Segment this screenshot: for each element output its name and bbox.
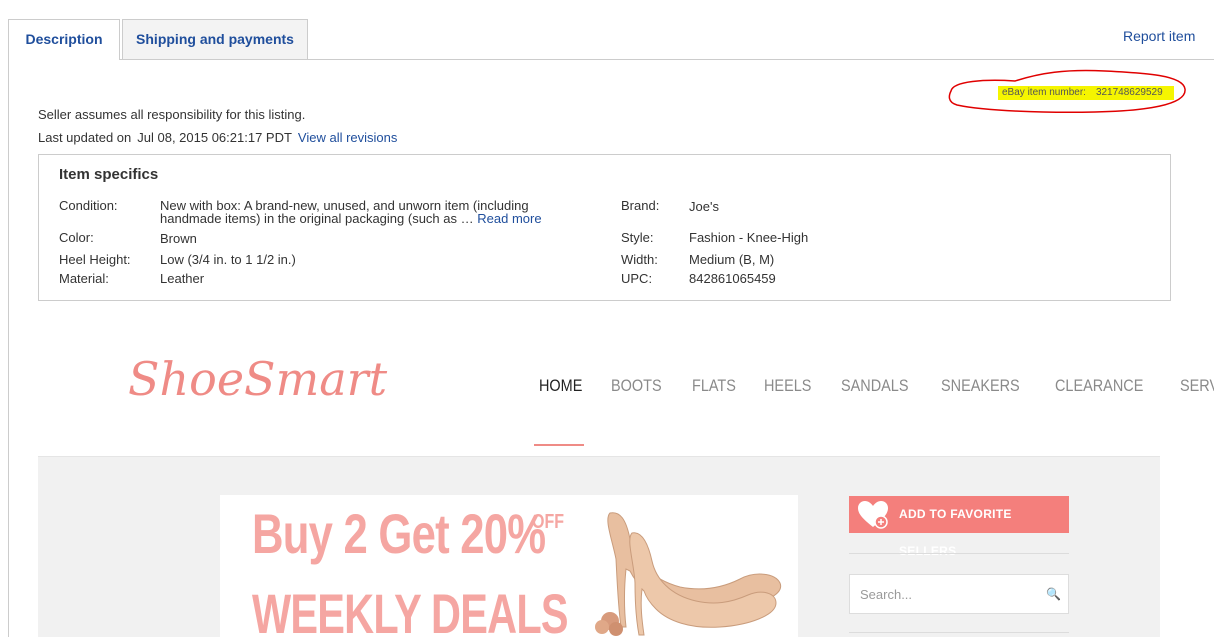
last-updated-date: Jul 08, 2015 06:21:17 PDT [137, 130, 292, 145]
read-more-link[interactable]: Read more [477, 211, 541, 226]
upc-label: UPC: [621, 271, 653, 286]
condition-label: Condition: [59, 198, 118, 213]
color-label: Color: [59, 230, 94, 245]
tab-description[interactable]: Description [8, 19, 120, 60]
banner-weekly-deals: WEEKLY DEALS [252, 582, 569, 637]
nav-boots[interactable]: BOOTS [611, 376, 662, 396]
item-number-value: 321748629529 [1095, 87, 1163, 98]
nav-service[interactable]: SERVICE [1180, 376, 1214, 396]
seller-responsibility-note: Seller assumes all responsibility for th… [38, 107, 306, 122]
shoesmart-logo[interactable]: ShoeSmart [128, 352, 387, 406]
view-all-revisions-link[interactable]: View all revisions [298, 130, 397, 145]
style-label: Style: [621, 230, 654, 245]
color-value: Brown [160, 231, 197, 246]
brand-value: Joe's [689, 199, 719, 214]
nav-sandals[interactable]: SANDALS [841, 376, 908, 396]
brand-label: Brand: [621, 198, 660, 213]
upc-value: 842861065459 [689, 271, 776, 286]
item-specifics-title: Item specifics [59, 166, 159, 183]
last-updated: Last updated on Jul 08, 2015 06:21:17 PDT… [38, 130, 397, 145]
nav-flats[interactable]: FLATS [692, 376, 736, 396]
heel-height-value: Low (3/4 in. to 1 1/2 in.) [160, 252, 296, 267]
report-item-link[interactable]: Report item [1123, 28, 1195, 44]
nav-home[interactable]: HOME [539, 376, 582, 396]
store-search-box[interactable]: 🔍 [849, 574, 1069, 614]
banner-off-text: OFF [532, 511, 564, 533]
store-nav: HOME BOOTS FLATS HEELS SANDALS SNEAKERS … [539, 376, 1214, 396]
banner-headline: Buy 2 Get 20% [252, 502, 546, 565]
weekly-deals-banner[interactable]: Buy 2 Get 20% OFF WEEKLY DEALS [220, 495, 798, 637]
sidebar-divider [849, 553, 1069, 554]
tab-shipping-and-payments[interactable]: Shipping and payments [122, 19, 308, 59]
nav-clearance[interactable]: CLEARANCE [1055, 376, 1143, 396]
store-search-input[interactable] [850, 575, 1035, 613]
nav-active-underline [534, 444, 584, 446]
sidebar-divider-bottom [849, 632, 1069, 633]
item-number-label: eBay item number: [1002, 87, 1086, 98]
material-label: Material: [59, 271, 109, 286]
condition-line2: handmade items) in the original packagin… [160, 212, 542, 225]
style-value: Fashion - Knee-High [689, 230, 809, 245]
heel-height-label: Heel Height: [59, 252, 131, 267]
heart-plus-icon [858, 501, 888, 529]
width-value: Medium (B, M) [689, 252, 775, 267]
nav-sneakers[interactable]: SNEAKERS [941, 376, 1020, 396]
nav-heels[interactable]: HEELS [764, 376, 811, 396]
last-updated-label: Last updated on [38, 130, 132, 145]
material-value: Leather [160, 271, 205, 286]
search-icon[interactable]: 🔍 [1046, 587, 1061, 601]
width-label: Width: [621, 252, 658, 267]
add-to-favorite-sellers-button[interactable]: ADD TO FAVORITE SELLERS [849, 496, 1069, 558]
fav-button-label: ADD TO FAVORITE SELLERS [899, 507, 1012, 558]
ebay-item-number: eBay item number: 321748629529 [998, 86, 1174, 100]
high-heel-shoe-image [595, 512, 782, 636]
condition-line2-text: handmade items) in the original packagin… [160, 211, 474, 226]
item-specifics-box: Item specifics Condition: New with box: … [38, 154, 1171, 301]
